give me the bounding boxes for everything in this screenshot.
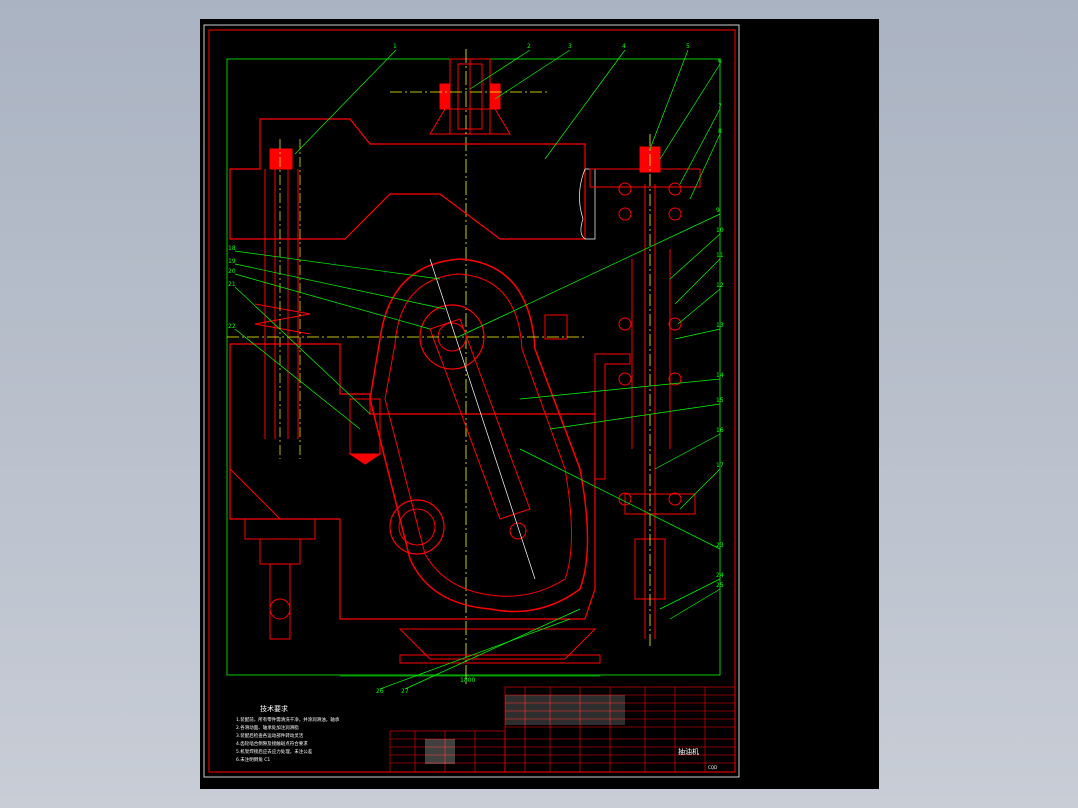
crank-pin (509, 522, 527, 540)
note-line-5: 5.机架焊接后应去应力处理，未注公差 (236, 748, 313, 755)
gear-housing (229, 343, 596, 620)
drawing-code: CQD (708, 765, 717, 770)
belt-inner (384, 273, 572, 597)
callout-18: 18 (228, 245, 236, 252)
note-line-3: 3.装配后检查各运动部件转动灵活 (236, 732, 304, 739)
callout-17: 17 (716, 462, 724, 469)
callout-25: 25 (716, 582, 724, 589)
callout-12: 12 (716, 282, 724, 289)
section-line (429, 258, 536, 580)
callout-23: 23 (716, 542, 724, 549)
callout-13: 13 (716, 322, 724, 329)
callout-7: 7 (718, 103, 722, 110)
callout-10: 10 (716, 227, 724, 234)
callout-20: 20 (228, 268, 236, 275)
table-text-block-2 (505, 695, 625, 725)
callout-22: 22 (228, 323, 236, 330)
note-line-1: 1.装配前，所有零件需清洗干净，并涂润滑油，轴承 (236, 716, 340, 723)
callout-labels: 1 2 3 4 5 6 7 8 9 10 11 12 13 14 15 16 1… (228, 43, 724, 695)
table-text-block (425, 739, 455, 764)
callout-14: 14 (716, 372, 724, 379)
dimension-text: 1800 (460, 677, 475, 684)
callout-27: 27 (401, 688, 409, 695)
technical-notes: 技术要求 1.装配前，所有零件需清洗干净，并涂润滑油，轴承 2.各滑动面、轴承处… (236, 704, 340, 763)
callout-21: 21 (228, 281, 236, 288)
callout-16: 16 (716, 427, 724, 434)
callout-6: 6 (718, 58, 722, 65)
cad-drawing: 1 2 3 4 5 6 7 8 9 10 11 12 13 14 15 16 1… (203, 24, 740, 778)
lower-pulley (389, 499, 445, 555)
callout-11: 11 (716, 252, 724, 259)
callout-26: 26 (376, 688, 384, 695)
callout-1: 1 (393, 43, 397, 50)
break-line (579, 168, 586, 240)
note-line-2: 2.各滑动面、轴承处加注润滑脂 (236, 724, 299, 731)
callout-15: 15 (716, 397, 724, 404)
callout-19: 19 (228, 258, 236, 265)
callout-3: 3 (568, 43, 572, 50)
callout-8: 8 (718, 128, 722, 135)
left-lower-assembly (229, 468, 316, 640)
note-line-6: 6.未注明倒角 C1 (236, 756, 270, 763)
left-guide-rods (254, 148, 382, 465)
right-column (589, 146, 701, 639)
drawing-canvas: 1 2 3 4 5 6 7 8 9 10 11 12 13 14 15 16 1… (200, 19, 879, 789)
side-block (544, 314, 568, 340)
outer-frame (203, 24, 740, 778)
callout-24: 24 (716, 572, 724, 579)
callout-2: 2 (527, 43, 531, 50)
note-line-4: 4.齿轮啮合侧隙及接触斑点符合要求 (236, 740, 308, 747)
callout-9: 9 (716, 207, 720, 214)
callout-5: 5 (686, 43, 690, 50)
drawing-name: 抽油机 (678, 747, 699, 756)
upper-beam (229, 118, 586, 240)
notes-title: 技术要求 (260, 704, 288, 713)
callout-4: 4 (622, 43, 626, 50)
top-pulley (429, 58, 511, 135)
lower-hub (398, 508, 436, 546)
